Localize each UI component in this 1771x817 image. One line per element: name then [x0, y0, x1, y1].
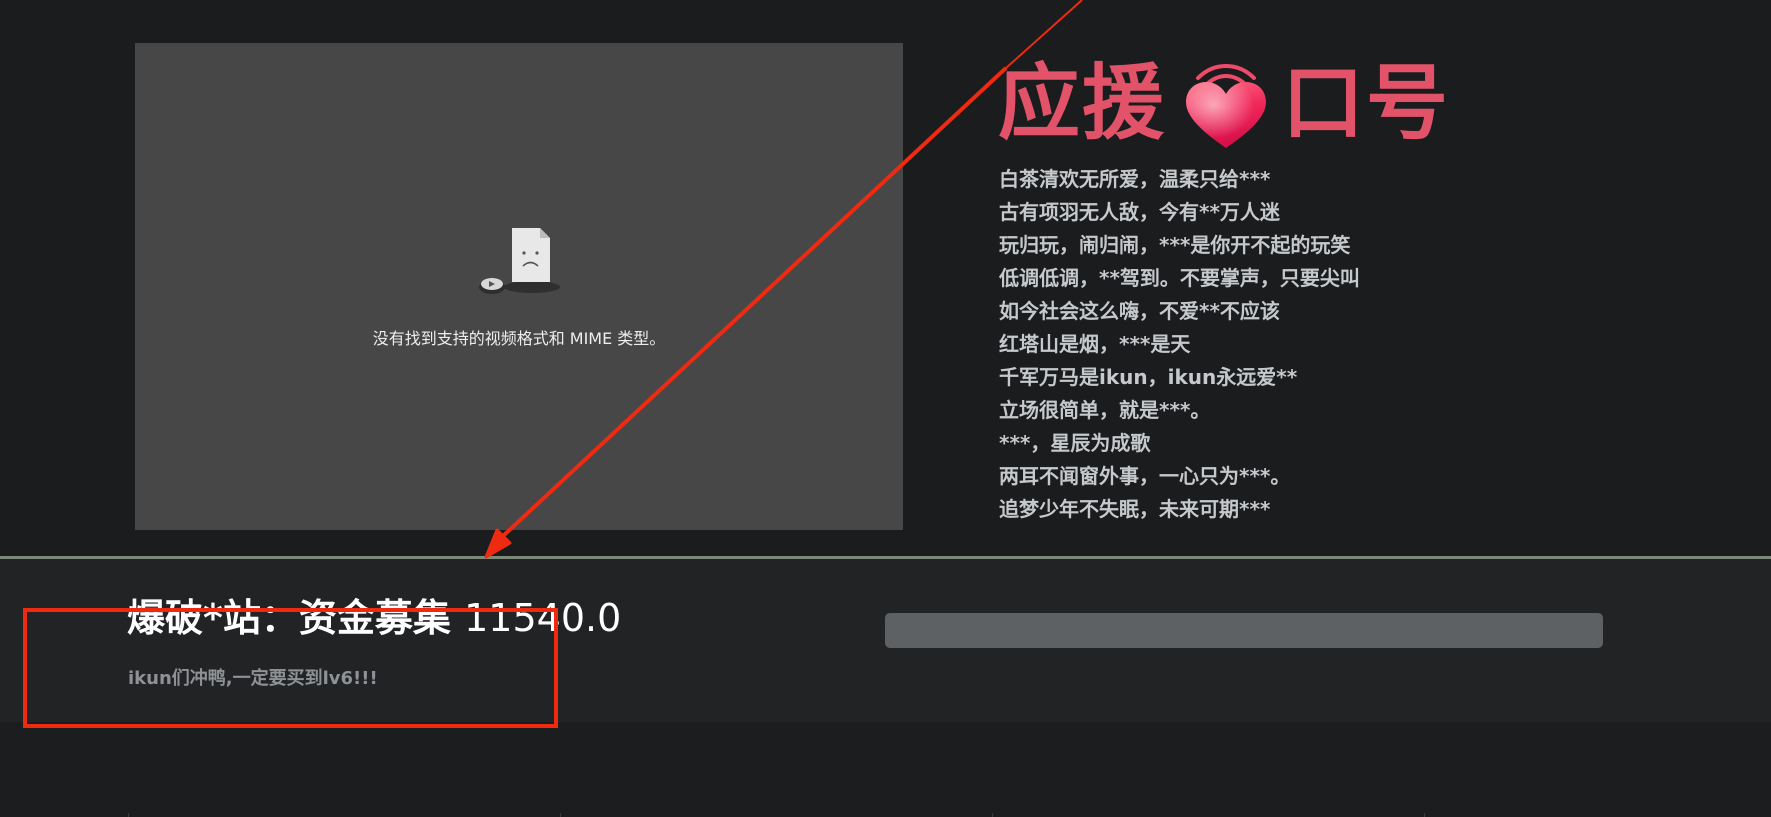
slogan-item: 两耳不闻窗外事，一心只为***。: [999, 464, 1291, 488]
slogan-item: 古有项羽无人敌，今有**万人迷: [999, 200, 1280, 224]
column-divider: [560, 813, 561, 817]
cheer-title-left: 应援: [998, 56, 1167, 151]
top-section: 没有找到支持的视频格式和 MIME 类型。 应援 口号 白茶清欢无所爱，温柔只给…: [0, 0, 1771, 556]
column-divider: [1424, 813, 1425, 817]
bottom-dividers: [0, 813, 1771, 817]
bottom-section: [0, 722, 1771, 817]
slogan-item: 白茶清欢无所爱，温柔只给***: [999, 167, 1271, 191]
slogan-item: 如今社会这么嗨，不爱**不应该: [999, 299, 1280, 323]
slogan-item: 红塔山是烟，***是天: [999, 332, 1191, 356]
slogan-item: 低调低调，**驾到。不要掌声，只要尖叫: [999, 266, 1360, 290]
sad-file-icon: [479, 228, 560, 294]
funding-progress-bar: [885, 613, 1603, 648]
slogan-item: 立场很简单，就是***。: [999, 398, 1211, 422]
slogan-item: ***，星辰为成歌: [999, 431, 1151, 455]
funding-amount: 11540.0: [464, 596, 622, 640]
cheer-title: 应援 口号: [998, 56, 1450, 152]
funding-title: 爆破*站：资金募集 11540.0: [127, 594, 621, 642]
video-error-message: 没有找到支持的视频格式和 MIME 类型。: [372, 329, 666, 348]
funding-title-text: 爆破*站：资金募集: [127, 596, 451, 640]
slogan-item: 千军万马是ikun，ikun永远爱**: [999, 365, 1298, 389]
slogan-item: 玩归玩，闹归闹，***是你开不起的玩笑: [999, 233, 1351, 257]
slogan-item: 追梦少年不失眠，未来可期***: [999, 497, 1271, 521]
heart-wifi-icon: [1186, 63, 1267, 148]
slogan-list: 白茶清欢无所爱，温柔只给*** 古有项羽无人敌，今有**万人迷 玩归玩，闹归闹，…: [999, 163, 1360, 526]
column-divider: [992, 813, 993, 817]
funding-subtitle: ikun们冲鸭,一定要买到lv6!!!: [128, 668, 378, 689]
column-divider: [128, 813, 129, 817]
cheer-title-right: 口号: [1282, 56, 1451, 151]
